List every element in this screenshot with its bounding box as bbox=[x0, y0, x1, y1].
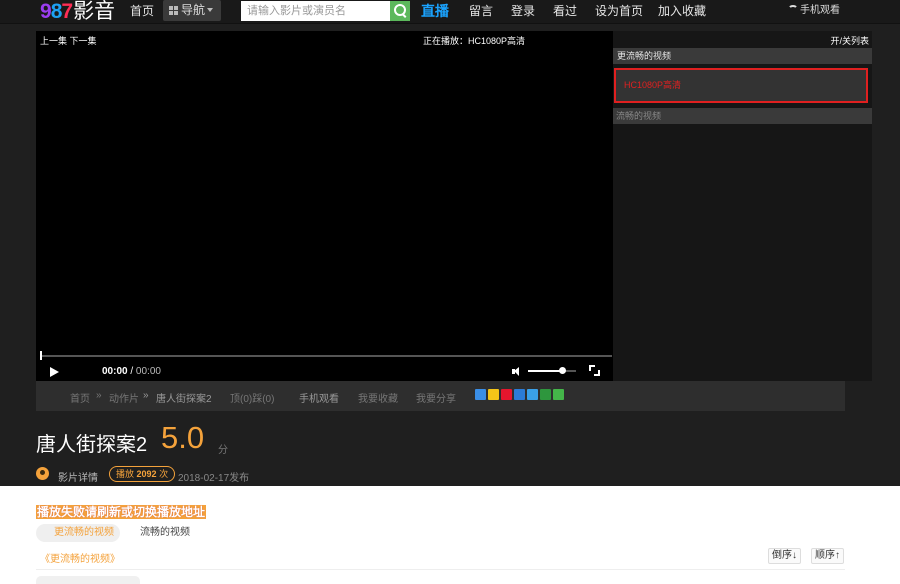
favorite-link[interactable]: 我要收藏 bbox=[358, 390, 398, 405]
nav-live[interactable]: 直播 bbox=[421, 0, 449, 24]
time-display: 00:00 / 00:00 bbox=[102, 366, 161, 377]
volume-slider[interactable] bbox=[528, 370, 576, 372]
volume-handle[interactable] bbox=[558, 367, 566, 374]
top-nav: 987影音 首页 导航 直播 留言 登录 看过 设为首页 加入收藏 手机观看 bbox=[0, 0, 900, 24]
breadcrumb-title: 唐人街探案2 bbox=[156, 394, 212, 405]
movie-score: 5.0 bbox=[161, 420, 205, 455]
current-time: 00:00 bbox=[102, 366, 128, 377]
breadcrumb-home[interactable]: 首页 bbox=[70, 390, 90, 405]
play-count-value: 2092 bbox=[136, 469, 157, 479]
site-logo[interactable]: 987影音 bbox=[40, 0, 115, 24]
toggle-list-button[interactable]: 开/关列表 bbox=[830, 34, 869, 47]
wechat-icon[interactable] bbox=[553, 389, 564, 400]
nav-add-favorite[interactable]: 加入收藏 bbox=[658, 0, 706, 24]
caret-down-icon bbox=[207, 8, 214, 12]
info-icon bbox=[36, 467, 49, 480]
movie-title: 唐人街探案2 bbox=[36, 434, 148, 456]
search-input[interactable] bbox=[241, 1, 390, 21]
search-button[interactable] bbox=[390, 1, 410, 21]
episode-link[interactable]: 《更流畅的视频》 bbox=[40, 550, 120, 565]
nav-dropdown-button[interactable]: 导航 bbox=[163, 0, 221, 21]
nav-mobile-label: 手机观看 bbox=[800, 5, 840, 16]
nav-mobile-watch[interactable]: 手机观看 bbox=[788, 0, 840, 22]
sort-desc-button[interactable]: 倒序↓ bbox=[768, 548, 801, 564]
release-date: 2018-02-17发布 bbox=[178, 473, 250, 484]
logo-digit-7: 7 bbox=[61, 0, 73, 23]
play-count-unit: 次 bbox=[159, 469, 169, 479]
logo-digit-9: 9 bbox=[40, 0, 52, 23]
playlist-group-header[interactable]: 更流畅的视频 bbox=[613, 48, 872, 64]
breadcrumb: 首页 » 动作片 » 唐人街探案2 顶(0)踩(0) 手机观看 我要收藏 我要分… bbox=[36, 381, 845, 411]
playback-warning: 播放失败请刷新或切换播放地址 bbox=[36, 505, 207, 519]
douban-icon[interactable] bbox=[540, 389, 551, 400]
renren-icon[interactable] bbox=[514, 389, 525, 400]
playlist-group-header-2[interactable]: 流畅的视频 bbox=[613, 108, 872, 124]
breadcrumb-separator: » bbox=[96, 390, 102, 401]
share-icons bbox=[475, 389, 566, 401]
logo-digit-8: 8 bbox=[50, 0, 63, 23]
play-count-badge: 播放 2092 次 bbox=[109, 466, 176, 482]
breadcrumb-separator: » bbox=[143, 390, 149, 401]
playlist-source-item[interactable]: HC1080P高清 bbox=[614, 68, 868, 103]
tab-smooth-video[interactable]: 流畅的视频 bbox=[122, 524, 196, 542]
video-player[interactable]: 上一集 下一集 正在播放：HC1080P高清 00:00 / 00:00 bbox=[36, 31, 613, 381]
prev-next-episode[interactable]: 上一集 下一集 bbox=[40, 34, 97, 47]
share-link[interactable]: 我要分享 bbox=[416, 390, 456, 405]
wifi-icon bbox=[788, 5, 798, 13]
score-unit: 分 bbox=[218, 445, 228, 456]
volume-fill bbox=[528, 370, 562, 372]
logo-text: 影音 bbox=[73, 0, 116, 23]
vote-links[interactable]: 顶(0)踩(0) bbox=[230, 390, 274, 405]
progress-handle[interactable] bbox=[40, 351, 42, 360]
divider bbox=[36, 569, 845, 570]
mobile-watch-link[interactable]: 手机观看 bbox=[299, 390, 339, 405]
nav-history[interactable]: 看过 bbox=[553, 0, 577, 24]
now-playing-label: 正在播放：HC1080P高清 bbox=[423, 36, 526, 46]
weibo-icon[interactable] bbox=[501, 389, 512, 400]
qq-icon[interactable] bbox=[527, 389, 538, 400]
nav-home[interactable]: 首页 bbox=[130, 0, 154, 24]
movie-detail-link[interactable]: 影片详情 bbox=[58, 469, 98, 484]
play-button[interactable] bbox=[50, 367, 59, 377]
duration-time: 00:00 bbox=[135, 366, 161, 377]
sources-section: 播放失败请刷新或切换播放地址 更流畅的视频 流畅的视频 《更流畅的视频》 倒序↓… bbox=[0, 486, 900, 584]
volume-icon[interactable] bbox=[512, 367, 522, 376]
time-separator: / bbox=[127, 366, 136, 377]
nav-set-home[interactable]: 设为首页 bbox=[595, 0, 643, 24]
progress-bar[interactable] bbox=[40, 355, 612, 357]
tab-smoother-video[interactable]: 更流畅的视频 bbox=[36, 524, 120, 542]
nav-login[interactable]: 登录 bbox=[511, 0, 535, 24]
qzone-icon[interactable] bbox=[488, 389, 499, 400]
playlist-panel: 开/关列表 更流畅的视频 HC1080P高清 流畅的视频 bbox=[613, 31, 872, 381]
play-count-label: 播放 bbox=[116, 469, 135, 479]
nav-dropdown-label: 导航 bbox=[181, 3, 206, 17]
sort-asc-button[interactable]: 顺序↑ bbox=[811, 548, 844, 564]
nav-message[interactable]: 留言 bbox=[469, 0, 493, 24]
breadcrumb-category[interactable]: 动作片 bbox=[109, 390, 139, 405]
bottom-tab[interactable] bbox=[36, 576, 140, 584]
plus-icon[interactable] bbox=[475, 389, 486, 400]
grid-icon bbox=[169, 6, 178, 15]
fullscreen-icon[interactable] bbox=[589, 365, 600, 376]
